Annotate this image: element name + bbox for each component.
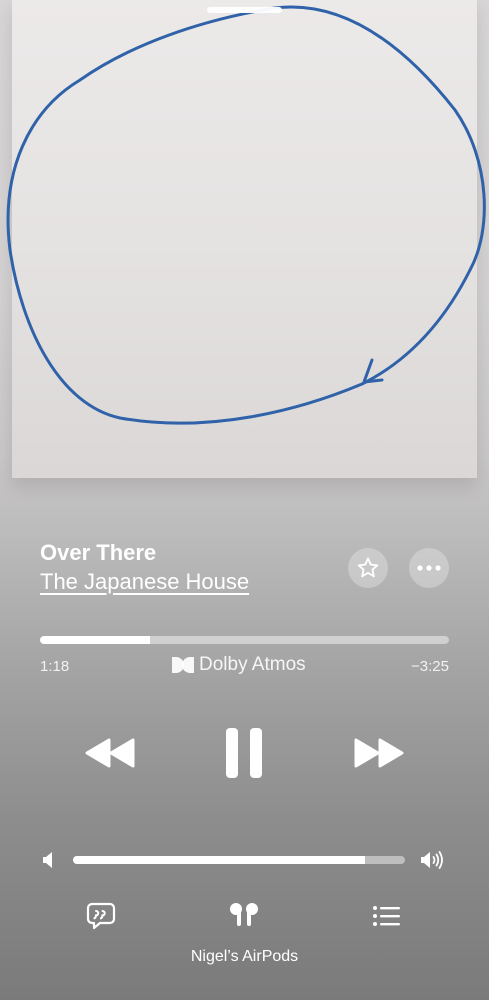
pause-button[interactable] [222, 726, 266, 780]
rewind-icon [85, 738, 135, 768]
fast-forward-icon [354, 738, 404, 768]
artist-link[interactable]: The Japanese House [40, 569, 249, 595]
sheet-grabber[interactable] [207, 7, 282, 13]
rewind-button[interactable] [82, 733, 138, 773]
pause-icon [226, 728, 262, 778]
elapsed-time: 1:18 [40, 658, 70, 675]
volume-slider[interactable] [73, 856, 405, 864]
fast-forward-button[interactable] [351, 733, 407, 773]
favorite-button[interactable] [348, 548, 388, 588]
dolby-atmos-badge: Dolby Atmos [172, 654, 306, 676]
hand-drawn-circle-arrow [6, 5, 486, 425]
star-icon [357, 557, 379, 578]
output-device-button[interactable] [226, 898, 262, 934]
volume-low-icon [43, 852, 52, 868]
queue-button[interactable] [369, 898, 405, 934]
volume-high-icon [421, 851, 443, 869]
song-title: Over There [40, 540, 157, 565]
queue-list-icon [373, 906, 400, 926]
lyrics-button[interactable] [83, 898, 119, 934]
airpods-icon [230, 903, 258, 926]
remaining-time: −3:25 [411, 658, 449, 675]
more-options-button[interactable] [409, 548, 449, 588]
ellipsis-icon [417, 565, 441, 571]
output-device-label: Nigel’s AirPods [190, 948, 299, 965]
playback-progress-fill [40, 636, 151, 644]
dolby-logo-icon [172, 657, 194, 673]
lyrics-icon [86, 902, 116, 930]
playback-scrubber[interactable] [40, 636, 449, 644]
audio-format-label: Dolby Atmos [199, 654, 306, 675]
volume-level-fill [73, 856, 366, 864]
